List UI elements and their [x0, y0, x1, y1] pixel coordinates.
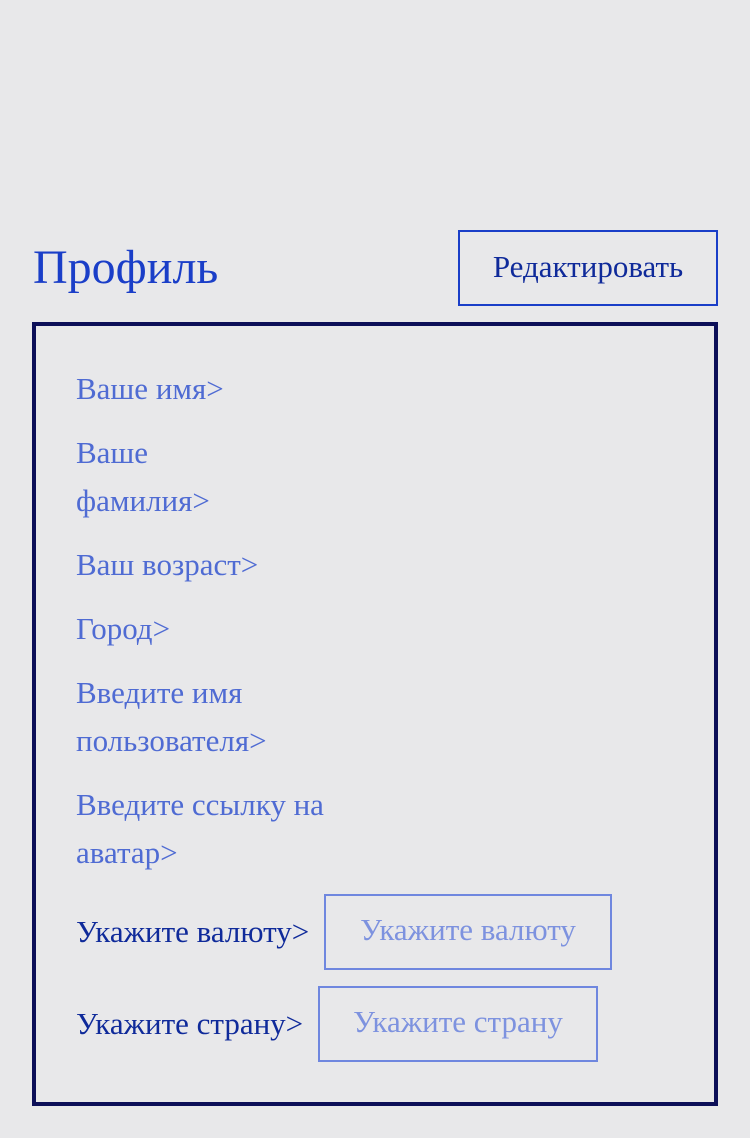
username-field-label-line1: Введите имя: [76, 675, 243, 710]
country-select[interactable]: Укажите страну: [318, 986, 598, 1062]
avatar-url-field-label-line1: Введите ссылку на: [76, 787, 324, 822]
username-field-label-line2: пользователя>: [76, 723, 267, 758]
surname-field[interactable]: Ваше фамилия>: [76, 429, 210, 525]
profile-panel: Ваше имя> Ваше фамилия> Ваш возраст> Гор…: [32, 322, 718, 1106]
surname-field-label-line2: фамилия>: [76, 483, 210, 518]
name-field[interactable]: Ваше имя>: [76, 365, 224, 413]
city-field-label: Город>: [76, 611, 171, 646]
avatar-url-field[interactable]: Введите ссылку на аватар>: [76, 781, 324, 877]
age-field[interactable]: Ваш возраст>: [76, 541, 258, 589]
currency-label: Укажите валюту>: [76, 914, 310, 949]
page-title: Профиль: [33, 241, 219, 294]
avatar-url-field-label-line2: аватар>: [76, 835, 178, 870]
username-field[interactable]: Введите имя пользователя>: [76, 669, 267, 765]
name-field-label: Ваше имя>: [76, 371, 224, 406]
currency-select[interactable]: Укажите валюту: [324, 894, 612, 970]
edit-button[interactable]: Редактировать: [458, 230, 718, 306]
city-field[interactable]: Город>: [76, 605, 170, 653]
age-field-label: Ваш возраст>: [76, 547, 259, 582]
surname-field-label-line1: Ваше: [76, 435, 149, 470]
country-label: Укажите страну>: [76, 1006, 304, 1041]
